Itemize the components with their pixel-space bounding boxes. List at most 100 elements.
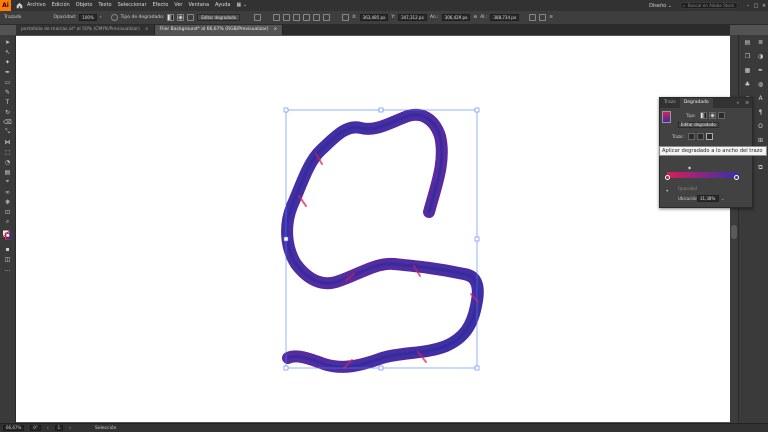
freeform-gradient-icon[interactable] xyxy=(187,14,195,21)
gradient-stop-right[interactable] xyxy=(734,175,739,180)
gradient-preview-swatch[interactable] xyxy=(662,111,671,123)
zoom-field[interactable]: 66,67% xyxy=(3,425,25,431)
opacity-arrow-icon[interactable]: › xyxy=(100,15,102,20)
libraries-icon[interactable]: ❐ xyxy=(743,52,752,60)
linear-type-icon[interactable] xyxy=(700,112,707,119)
linear-gradient-icon[interactable] xyxy=(167,14,175,21)
tab-degradado[interactable]: Degradado xyxy=(679,98,713,108)
brushes-icon[interactable]: ✒ xyxy=(756,66,765,74)
stroke-along-icon[interactable] xyxy=(697,133,704,140)
radial-type-icon[interactable] xyxy=(709,112,716,119)
symbol-sprayer-icon[interactable]: ❋ xyxy=(3,198,12,206)
menu-efecto[interactable]: Efecto xyxy=(150,0,172,11)
tab-flier-background[interactable]: Flier Background* al 66,67% (RGB/Previsu… xyxy=(154,25,284,35)
height-field[interactable]: 388,734 px xyxy=(490,14,520,21)
edit-gradient-panel-button[interactable]: Editar degradado xyxy=(678,122,719,128)
radial-gradient-icon[interactable] xyxy=(177,14,185,21)
gradient-ramp-slider[interactable] xyxy=(667,172,738,178)
maximize-icon[interactable]: □ xyxy=(752,0,760,11)
menu-texto[interactable]: Texto xyxy=(95,0,114,11)
workspace-switcher[interactable]: Diseño ⌄ xyxy=(649,3,672,9)
eyedropper-icon[interactable]: ⌖ xyxy=(666,188,668,193)
shape-builder-icon[interactable]: ◔ xyxy=(3,158,12,166)
align-vcenter-icon[interactable] xyxy=(313,14,321,21)
tab-portafolio[interactable]: portafolio de marcas.ai* al 50% (CMYK/Pr… xyxy=(16,25,155,35)
rotation-field[interactable]: 0° xyxy=(30,425,41,431)
align-top-icon[interactable] xyxy=(303,14,311,21)
transform-reference-icon[interactable] xyxy=(342,14,350,21)
transform-icon[interactable]: ⊞ xyxy=(756,136,765,144)
close-icon[interactable]: × xyxy=(760,0,768,11)
fill-stroke-swatch-icon[interactable] xyxy=(3,230,12,240)
type-tool-icon[interactable]: T xyxy=(3,98,12,106)
scale-tool-icon[interactable]: ⤡ xyxy=(3,128,12,136)
panel-menu-icon[interactable]: ≡ xyxy=(742,101,752,106)
recolor-icon[interactable] xyxy=(110,14,118,21)
location-field[interactable]: 31,38% xyxy=(697,195,719,202)
opentype-icon[interactable]: O xyxy=(756,122,765,130)
eraser-tool-icon[interactable]: ⌫ xyxy=(3,118,12,126)
close-icon[interactable]: × xyxy=(273,25,277,35)
y-field[interactable]: 347,312 px xyxy=(398,14,427,21)
direct-selection-tool-icon[interactable]: ↖ xyxy=(3,48,12,56)
free-transform-icon[interactable]: ⬚ xyxy=(3,148,12,156)
graphic-styles-icon[interactable]: ◍ xyxy=(756,80,765,88)
blend-tool-icon[interactable]: ∞ xyxy=(3,188,12,196)
ribbon-shape[interactable] xyxy=(281,108,484,373)
rotate-tool-icon[interactable]: ↻ xyxy=(3,108,12,116)
width-field[interactable]: 306,429 px xyxy=(441,14,471,21)
menu-edicion[interactable]: Edición xyxy=(49,0,73,11)
artboard-tool-icon[interactable]: ⊡ xyxy=(3,208,12,216)
freeform-type-icon[interactable] xyxy=(718,112,725,119)
color-mode-icon[interactable]: ▪ xyxy=(3,245,12,253)
gradient-stop-left[interactable] xyxy=(665,175,670,180)
isolate-icon[interactable] xyxy=(539,14,547,21)
align-right-icon[interactable] xyxy=(293,14,301,21)
stroke-within-icon[interactable] xyxy=(688,133,695,140)
align-hcenter-icon[interactable] xyxy=(283,14,291,21)
properties-icon[interactable]: ▤ xyxy=(743,38,752,46)
arrange-documents-icon[interactable]: ▦ ⌄ xyxy=(233,0,250,11)
pen-tool-icon[interactable]: ✒ xyxy=(3,68,12,76)
swatches-icon[interactable]: ▦ xyxy=(743,66,752,74)
stroke-across-icon[interactable] xyxy=(706,133,713,140)
more-tools-icon[interactable]: ··· xyxy=(3,267,12,275)
selection-bounding-box[interactable] xyxy=(283,107,480,371)
x-field[interactable]: 363,485 px xyxy=(359,14,389,21)
ribbon-artwork[interactable] xyxy=(16,36,730,422)
menu-archivo[interactable]: Archivo xyxy=(24,0,49,11)
align-left-icon[interactable] xyxy=(273,14,281,21)
tab-trazo[interactable]: Trazo xyxy=(660,98,680,108)
stock-search-input[interactable]: ⌕ Buscar en Adobe Stock xyxy=(680,2,738,9)
scrollbar-thumb[interactable] xyxy=(731,225,737,239)
location-dropdown-icon[interactable]: ⌄ xyxy=(721,196,724,201)
midpoint-diamond-icon[interactable]: ◆ xyxy=(688,165,691,170)
panel-menu-icon[interactable]: ≡ xyxy=(549,15,553,20)
home-icon[interactable] xyxy=(14,0,24,11)
edit-gradient-button[interactable]: Editar degradado xyxy=(197,14,241,21)
menu-seleccionar[interactable]: Seleccionar xyxy=(115,0,150,11)
artboard-prev-icon[interactable]: ‹ xyxy=(47,426,49,431)
paragraph-icon[interactable]: ¶ xyxy=(756,108,765,116)
color-icon[interactable]: ◑ xyxy=(756,52,765,60)
pathfinder-icon[interactable]: ⧉ xyxy=(756,164,765,172)
align-to-icon[interactable] xyxy=(254,14,262,21)
screen-mode-icon[interactable]: ◫ xyxy=(3,255,12,263)
width-tool-icon[interactable]: ⋈ xyxy=(3,138,12,146)
eyedropper-icon[interactable]: ⌖ xyxy=(3,178,12,186)
symbols-icon[interactable]: ♣ xyxy=(743,80,752,88)
zoom-tool-icon[interactable]: ⌕ xyxy=(3,218,12,226)
menu-ventana[interactable]: Ventana xyxy=(185,0,212,11)
constrain-proportions-icon[interactable]: ⊖ xyxy=(473,15,477,20)
artboard-next-icon[interactable]: › xyxy=(69,426,71,431)
align-bottom-icon[interactable] xyxy=(323,14,331,21)
magic-wand-icon[interactable]: ✦ xyxy=(3,58,12,66)
menu-ayuda[interactable]: Ayuda xyxy=(212,0,233,11)
layers-icon[interactable]: ≣ xyxy=(756,38,765,46)
menu-objeto[interactable]: Objeto xyxy=(73,0,96,11)
opacity-field[interactable]: 100% xyxy=(79,14,97,21)
pencil-tool-icon[interactable]: ✎ xyxy=(3,88,12,96)
artboard-number-field[interactable]: 1 xyxy=(54,425,64,431)
shape-icon[interactable] xyxy=(529,14,537,21)
gradient-tool-icon[interactable]: ▤ xyxy=(3,168,12,176)
